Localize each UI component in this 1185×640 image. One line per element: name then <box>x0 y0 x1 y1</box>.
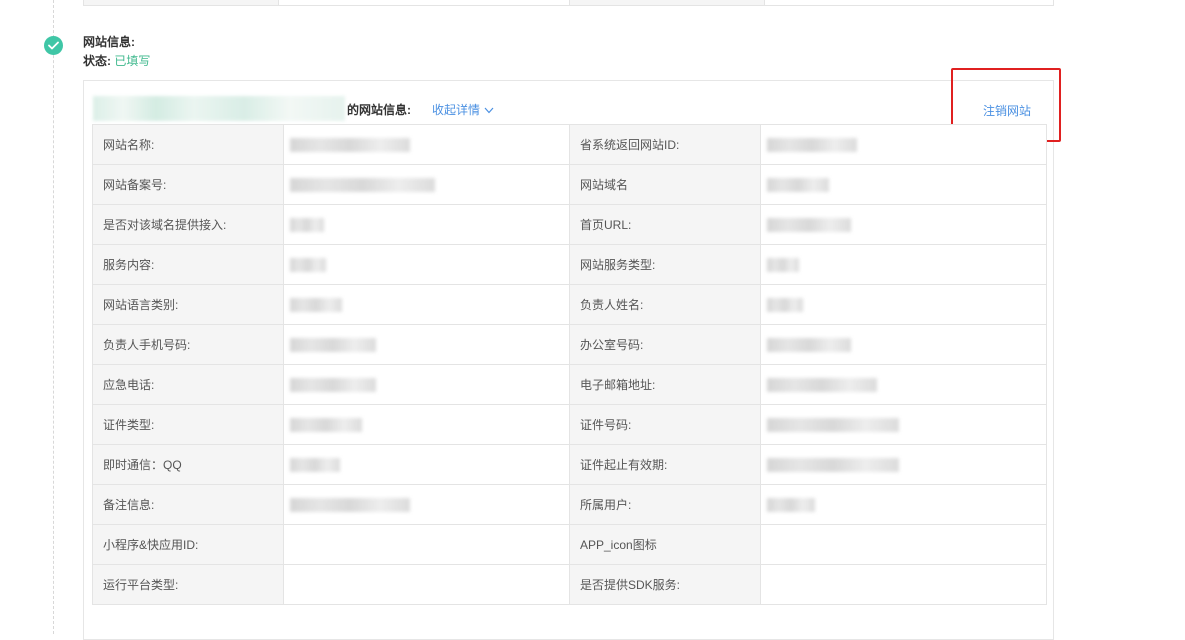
field-value-redacted <box>760 204 1047 245</box>
field-value-redacted <box>283 204 570 245</box>
table-row: 即时通信：QQ 证件起止有效期: <box>92 444 1047 485</box>
field-label: 首页URL: <box>569 204 761 245</box>
table-row: 网站语言类别: 负责人姓名: <box>92 284 1047 325</box>
field-label: 网站语言类别: <box>92 284 284 325</box>
field-value-redacted <box>760 404 1047 445</box>
field-value-redacted <box>283 124 570 165</box>
field-value <box>760 564 1047 605</box>
table-row: 服务内容: 网站服务类型: <box>92 244 1047 285</box>
field-label: 即时通信：QQ <box>92 444 284 485</box>
table-row: 小程序&快应用ID: APP_icon图标 <box>92 524 1047 565</box>
redacted-header <box>93 96 345 121</box>
status-label: 状态: <box>83 54 111 68</box>
field-label: 应急电话: <box>92 364 284 405</box>
field-label: 负责人手机号码: <box>92 324 284 365</box>
field-label: 证件号码: <box>569 404 761 445</box>
field-label: 负责人姓名: <box>569 284 761 325</box>
table-row: 应急电话: 电子邮箱地址: <box>92 364 1047 405</box>
table-row: 是否对该域名提供接入: 首页URL: <box>92 204 1047 245</box>
field-value-redacted <box>760 324 1047 365</box>
field-value-redacted <box>283 284 570 325</box>
table-row: 网站名称: 省系统返回网站ID: <box>92 124 1047 165</box>
field-label: 省系统返回网站ID: <box>569 124 761 165</box>
collapse-details-link[interactable]: 收起详情 <box>432 101 494 118</box>
timeline-line <box>53 0 54 634</box>
field-label: 网站名称: <box>92 124 284 165</box>
field-value-redacted <box>760 164 1047 205</box>
field-label: 所属用户: <box>569 484 761 525</box>
field-label: 证件起止有效期: <box>569 444 761 485</box>
field-value-redacted <box>283 364 570 405</box>
step-status: 状态: 已填写 <box>83 52 150 69</box>
field-label: 网站服务类型: <box>569 244 761 285</box>
field-label: APP_icon图标 <box>569 524 761 565</box>
field-value-redacted <box>760 364 1047 405</box>
field-label: 小程序&快应用ID: <box>92 524 284 565</box>
field-value-redacted <box>760 124 1047 165</box>
field-value-redacted <box>283 444 570 485</box>
field-label: 电子邮箱地址: <box>569 364 761 405</box>
field-value-redacted <box>760 244 1047 285</box>
field-value-redacted <box>283 484 570 525</box>
field-value-redacted <box>760 284 1047 325</box>
table-row: 证件类型: 证件号码: <box>92 404 1047 445</box>
field-label: 网站域名 <box>569 164 761 205</box>
field-label: 服务内容: <box>92 244 284 285</box>
website-info-table: 网站名称: 省系统返回网站ID: 网站备案号: 网站域名 是否对该域名提供接入:… <box>92 124 1047 605</box>
field-value <box>283 564 570 605</box>
field-value <box>283 524 570 565</box>
chevron-down-icon <box>484 103 494 117</box>
field-value-redacted <box>283 164 570 205</box>
step-title: 网站信息: <box>83 35 135 49</box>
field-label: 是否对该域名提供接入: <box>92 204 284 245</box>
previous-section-table <box>83 0 1054 6</box>
field-label: 运行平台类型: <box>92 564 284 605</box>
field-label: 办公室号码: <box>569 324 761 365</box>
panel-header-label: 的网站信息: <box>347 103 411 117</box>
field-value-redacted <box>760 444 1047 485</box>
status-value: 已填写 <box>114 54 151 68</box>
field-label: 备注信息: <box>92 484 284 525</box>
field-label: 证件类型: <box>92 404 284 445</box>
field-value-redacted <box>283 404 570 445</box>
check-icon <box>44 36 63 55</box>
table-row: 网站备案号: 网站域名 <box>92 164 1047 205</box>
field-label: 是否提供SDK服务: <box>569 564 761 605</box>
field-value-redacted <box>283 244 570 285</box>
field-value <box>760 524 1047 565</box>
field-value-redacted <box>760 484 1047 525</box>
field-label: 网站备案号: <box>92 164 284 205</box>
table-row: 负责人手机号码: 办公室号码: <box>92 324 1047 365</box>
collapse-label: 收起详情 <box>432 103 481 117</box>
table-row: 备注信息: 所属用户: <box>92 484 1047 525</box>
table-row: 运行平台类型: 是否提供SDK服务: <box>92 564 1047 605</box>
field-value-redacted <box>283 324 570 365</box>
